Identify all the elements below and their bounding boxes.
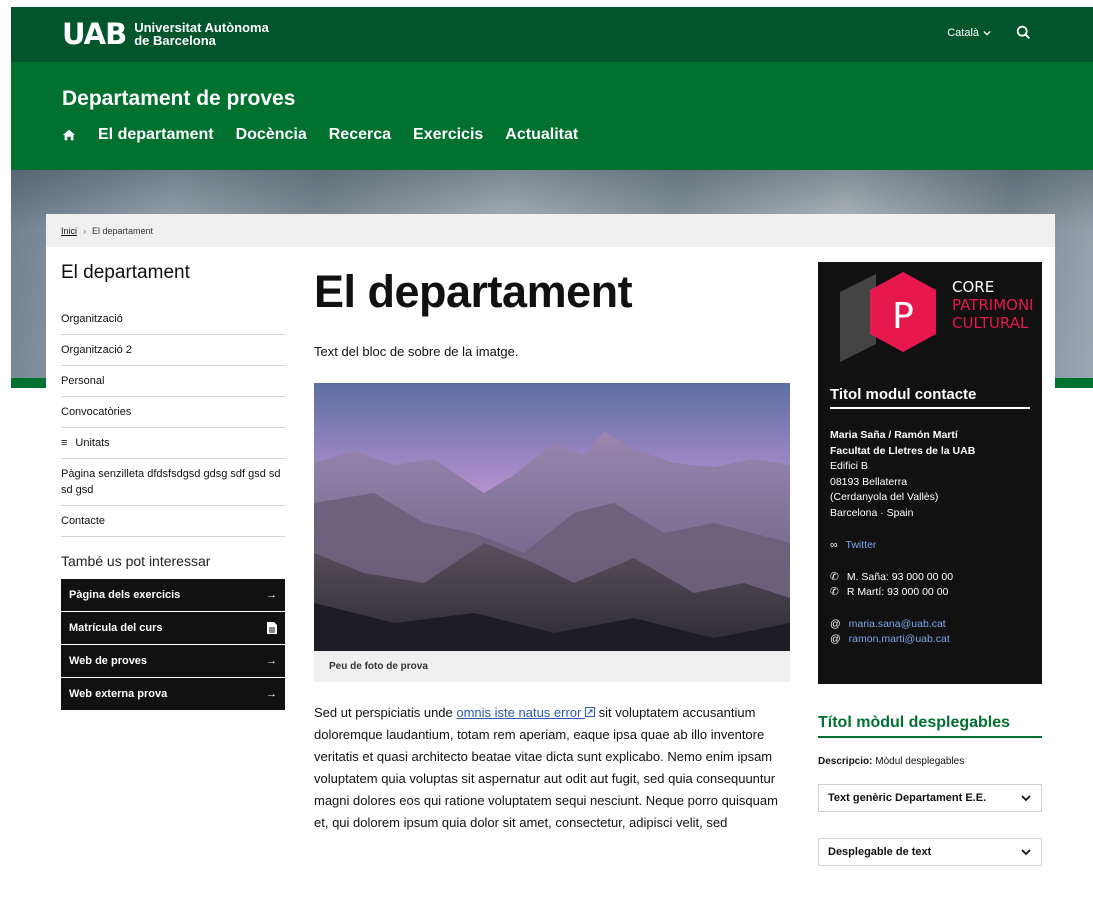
search-icon[interactable]	[1015, 24, 1033, 42]
body-text-rest: sit voluptatem accusantium doloremque la…	[314, 705, 778, 830]
core-line3: CULTURAL	[952, 314, 1029, 332]
contact-building: Edifici B	[830, 460, 868, 472]
page-title: El departament	[314, 266, 633, 317]
sidebar-item-personal[interactable]: Personal	[61, 366, 285, 397]
email-row-2: @ ramon.marti@uab.cat	[830, 632, 975, 648]
email-row-1: @ maria.sana@uab.cat	[830, 617, 975, 633]
arrow-right-icon: →	[266, 589, 277, 601]
arrow-right-icon: →	[266, 688, 277, 700]
core-letter: P	[892, 296, 914, 337]
sidebar-title: El departament	[61, 262, 190, 283]
intro-text: Text del bloc de sobre de la imatge.	[314, 344, 519, 359]
content-card: Inici › El departament El departament Or…	[46, 214, 1055, 914]
phone-row-2: ✆ R Martí: 93 000 00 00	[830, 585, 975, 601]
breadcrumb: Inici › El departament	[46, 214, 1055, 247]
link-matricula-curs[interactable]: Matrícula del curs	[61, 612, 285, 644]
email-2[interactable]: ramon.marti@uab.cat	[849, 632, 950, 648]
breadcrumb-separator: ›	[83, 225, 87, 236]
contact-details: Maria Saña / Ramón Martí Facultat de Lle…	[830, 428, 975, 648]
link-label: Matrícula del curs	[69, 622, 163, 634]
contact-faculty: Facultat de Lletres de la UAB	[830, 444, 976, 457]
breadcrumb-current: El departament	[92, 225, 154, 236]
external-link-icon	[585, 707, 595, 717]
uab-logo[interactable]: UAB Universitat Autònoma de Barcelona	[62, 19, 269, 49]
body-text: Sed ut perspiciatis unde omnis iste natu…	[314, 702, 790, 834]
main-nav: El departament Docència Recerca Exercici…	[62, 126, 600, 144]
link-label: Web externa prova	[69, 688, 168, 700]
arrow-right-icon: →	[266, 655, 277, 667]
top-bar: UAB Universitat Autònoma de Barcelona Ca…	[11, 7, 1093, 62]
contact-postal: 08193 Bellaterra	[830, 475, 908, 488]
desplegables-description: Descripcio: Mòdul desplegables	[818, 756, 964, 767]
also-interested-title: També us pot interessar	[61, 553, 211, 569]
sidebar-item-organitzacio[interactable]: Organització	[61, 304, 285, 335]
nav-item-el-departament[interactable]: El departament	[98, 126, 214, 144]
sidebar-item-unitats[interactable]: ≡ Unitats	[61, 428, 285, 459]
contact-country: Barcelona · Spain	[830, 506, 914, 519]
language-selector[interactable]: Català	[947, 27, 991, 39]
sidebar: El departament Organització Organització…	[61, 262, 285, 711]
breadcrumb-home[interactable]: Inici	[61, 226, 77, 236]
accordion-item-text-generic[interactable]: Text genèric Departament E.E.	[818, 784, 1042, 812]
core-line2: PATRIMONI	[952, 296, 1034, 314]
nav-item-exercicis[interactable]: Exercicis	[413, 126, 483, 144]
external-link-label: omnis iste natus error	[456, 705, 582, 720]
chevron-down-icon	[1021, 849, 1031, 856]
desplegables-title: Títol mòdul desplegables	[818, 714, 1042, 738]
core-line1: CORE	[952, 278, 994, 296]
description-value: Mòdul desplegables	[872, 756, 965, 767]
department-header: Departament de proves El departament Doc…	[11, 62, 1093, 170]
nav-item-docencia[interactable]: Docència	[236, 126, 307, 144]
home-icon[interactable]	[62, 128, 76, 142]
accordion-item-desplegable-text[interactable]: Desplegable de text	[818, 838, 1042, 866]
logo-line2: de Barcelona	[134, 33, 216, 48]
description-label: Descripcio:	[818, 756, 873, 767]
photo-caption: Peu de foto de prova	[314, 651, 790, 682]
at-icon: @	[830, 633, 841, 645]
sidebar-item-contacte[interactable]: Contacte	[61, 506, 285, 537]
at-icon: @	[830, 617, 841, 630]
mountain-photo	[314, 383, 790, 651]
core-patrimoni-logo: P CORE PATRIMONI CULTURAL	[840, 272, 1034, 362]
sidebar-item-label: Unitats	[75, 437, 110, 449]
link-chain-icon: ∞	[830, 539, 838, 551]
external-link[interactable]: omnis iste natus error	[456, 705, 595, 720]
contact-names: Maria Saña / Ramón Martí	[830, 429, 958, 441]
language-label: Català	[947, 27, 979, 39]
sidebar-item-organitzacio-2[interactable]: Organització 2	[61, 335, 285, 366]
phone-icon: ✆	[830, 570, 839, 583]
link-web-proves[interactable]: Web de proves →	[61, 645, 285, 677]
phone-row-1: ✆ M. Saña: 93 000 00 00	[830, 570, 975, 586]
menu-lines-icon: ≡	[61, 437, 68, 449]
sidebar-item-convocatories[interactable]: Convocatòries	[61, 397, 285, 428]
accordion-label: Text genèric Departament E.E.	[828, 792, 987, 804]
contact-title: Titol modul contacte	[830, 386, 1030, 409]
document-icon	[267, 622, 277, 634]
link-pagina-exercicis[interactable]: Pàgina dels exercicis →	[61, 579, 285, 611]
department-title[interactable]: Departament de proves	[62, 87, 295, 111]
phone-2[interactable]: R Martí: 93 000 00 00	[847, 585, 949, 601]
main-content: El departament Text del bloc de sobre de…	[314, 262, 790, 834]
sidebar-item-pagina-senzilleta[interactable]: Pàgina senzilleta dfdsfsdgsd gdsg sdf gs…	[61, 459, 285, 506]
link-label: Pàgina dels exercicis	[69, 589, 181, 601]
phone-1[interactable]: M. Saña: 93 000 00 00	[847, 570, 953, 586]
twitter-link[interactable]: Twitter	[846, 538, 877, 554]
nav-item-actualitat[interactable]: Actualitat	[505, 126, 578, 144]
email-1[interactable]: maria.sana@uab.cat	[849, 617, 946, 633]
body-text-start: Sed ut perspiciatis unde	[314, 705, 457, 720]
contact-city: (Cerdanyola del Vallès)	[830, 491, 939, 503]
logo-mark: UAB	[62, 17, 127, 51]
nav-item-recerca[interactable]: Recerca	[329, 126, 391, 144]
chevron-down-icon	[983, 30, 991, 36]
contact-module: P CORE PATRIMONI CULTURAL Titol modul co…	[818, 262, 1042, 684]
link-label: Web de proves	[69, 655, 148, 667]
phone-icon: ✆	[830, 586, 839, 598]
accordion-label: Desplegable de text	[828, 846, 932, 858]
link-web-externa-prova[interactable]: Web externa prova →	[61, 678, 285, 710]
chevron-down-icon	[1021, 795, 1031, 802]
logo-text: Universitat Autònoma de Barcelona	[134, 21, 269, 47]
twitter-row: ∞ Twitter	[830, 538, 975, 554]
